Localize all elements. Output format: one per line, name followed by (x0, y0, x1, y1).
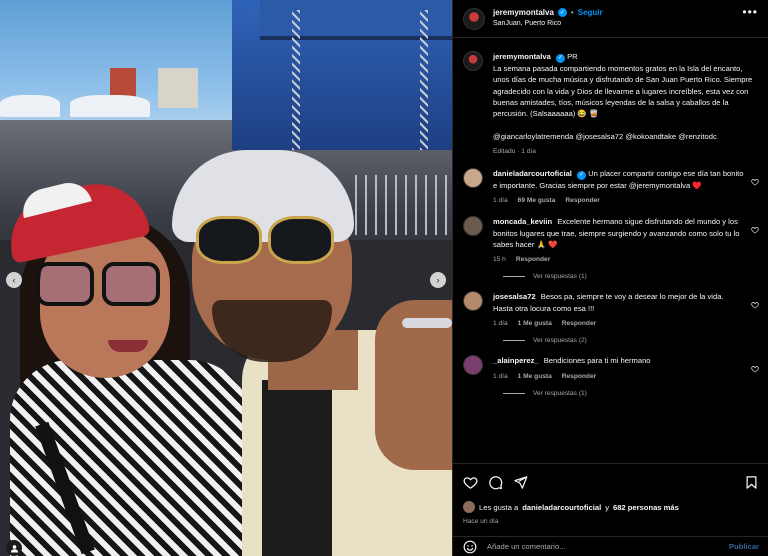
photo-woman-smile (108, 340, 148, 352)
tagged-users-button[interactable] (6, 540, 22, 556)
post-header: jeremymontalva ✓ • Seguir SanJuan, Puert… (453, 0, 768, 38)
likes-prefix: Les gusta a (479, 502, 519, 512)
photo-man-sunglasses-left (196, 216, 262, 264)
verified-badge-icon: ✓ (577, 170, 587, 180)
commenter-username[interactable]: _alainperez_ (493, 356, 539, 365)
caption-username[interactable]: jeremymontalva (493, 52, 551, 61)
commenter-username[interactable]: moncada_keviin (493, 217, 552, 226)
photo-woman-glasses (36, 262, 162, 314)
view-replies-label[interactable]: Ver respuestas (1) (533, 273, 587, 280)
comment-item: moncada_keviin Excelente hermano sigue d… (463, 216, 759, 265)
like-comment-heart-icon[interactable] (751, 365, 759, 373)
photo-fence (355, 175, 452, 235)
view-replies-button[interactable]: Ver respuestas (2) (503, 337, 759, 344)
comment-text: Bendiciones para ti mi hermano (543, 356, 651, 366)
add-comment-bar: Publicar (453, 536, 768, 556)
photo-tent (0, 95, 60, 117)
photo-tent (70, 95, 150, 117)
emoji-icon[interactable] (463, 540, 477, 554)
photo-man-undershirt (262, 380, 332, 556)
commenter-avatar[interactable] (463, 291, 483, 312)
comment-input[interactable] (487, 542, 730, 551)
more-options-button[interactable]: ••• (742, 5, 758, 19)
caption-mentions[interactable]: @giancarloylatremenda @josesalsa72 @koko… (493, 132, 717, 141)
user-icon (10, 544, 18, 553)
caption-edited: Editado · 1 día (493, 148, 536, 156)
author-username[interactable]: jeremymontalva (493, 8, 554, 17)
comment-time: 15 h (493, 256, 506, 264)
view-replies-button[interactable]: Ver respuestas (1) (503, 390, 759, 397)
author-avatar[interactable] (463, 8, 485, 30)
replies-line (503, 340, 525, 342)
reply-button[interactable]: Responder (562, 318, 596, 329)
caption-badge: PR (567, 52, 578, 61)
photo-truss (292, 10, 300, 150)
post-actions: Les gusta a danieladarcourtoficial y 682… (453, 463, 768, 535)
previous-photo-button[interactable]: ‹ (6, 272, 22, 288)
photo-bracelet (402, 318, 452, 328)
comment-time: 1 día (493, 320, 508, 328)
comments-section[interactable]: jeremymontalva ✓ PR La semana pasada com… (453, 39, 768, 463)
like-comment-heart-icon[interactable] (751, 301, 759, 309)
commenter-username[interactable]: josesalsa72 (493, 292, 536, 301)
reply-button[interactable]: Responder (516, 254, 550, 265)
liker-avatar (463, 501, 475, 513)
likes-others[interactable]: 682 personas más (613, 503, 679, 512)
like-comment-heart-icon[interactable] (751, 226, 759, 234)
follow-button[interactable]: Seguir (578, 8, 603, 17)
replies-line (503, 276, 525, 278)
view-replies-button[interactable]: Ver respuestas (1) (503, 273, 759, 280)
post-caption: jeremymontalva ✓ PR La semana pasada com… (463, 51, 759, 158)
reply-button[interactable]: Responder (565, 195, 599, 206)
comment-likes[interactable]: 1 Me gusta (518, 371, 552, 382)
photo-truss (420, 10, 428, 150)
replies-line (503, 392, 525, 394)
view-replies-label[interactable]: Ver respuestas (1) (533, 390, 587, 397)
comment-likes[interactable]: 69 Me gusta (518, 195, 556, 206)
comment-time: 1 día (493, 372, 508, 380)
next-photo-button[interactable]: › (430, 272, 446, 288)
comment-item: josesalsa72 Besos pa, siempre te voy a d… (463, 291, 759, 329)
post-timestamp: Hace un día (463, 518, 499, 525)
commenter-username[interactable]: danieladarcourtoficial (493, 169, 572, 178)
photo-billboard (158, 68, 198, 108)
verified-badge-icon: ✓ (555, 54, 565, 64)
post-photo[interactable]: ‹ › (0, 0, 452, 556)
post-side-panel: jeremymontalva ✓ • Seguir SanJuan, Puert… (452, 0, 768, 556)
likes-user[interactable]: danieladarcourtoficial (522, 503, 601, 512)
reply-button[interactable]: Responder (562, 371, 596, 382)
caption-text: La semana pasada compartiendo momentos g… (493, 64, 753, 119)
commenter-avatar[interactable] (463, 167, 483, 188)
comment-bubble-icon[interactable] (488, 475, 503, 490)
photo-man-sunglasses-right (268, 216, 334, 264)
likes-middle: y (605, 502, 609, 512)
verified-badge-icon: ✓ (557, 8, 567, 17)
comment-item: _alainperez_ Bendiciones para ti mi herm… (463, 355, 759, 382)
view-replies-label[interactable]: Ver respuestas (2) (533, 337, 587, 344)
caption-author-avatar[interactable] (463, 51, 483, 71)
save-bookmark-icon[interactable] (744, 475, 759, 490)
like-comment-heart-icon[interactable] (751, 178, 759, 186)
comment-likes[interactable]: 1 Me gusta (518, 318, 552, 329)
instagram-post: ‹ › jeremymontalva ✓ • Seguir SanJuan, P… (0, 0, 768, 556)
commenter-avatar[interactable] (463, 216, 483, 237)
commenter-avatar[interactable] (463, 355, 483, 376)
header-separator: • (570, 8, 574, 17)
likes-summary[interactable]: Les gusta a danieladarcourtoficial y 682… (463, 501, 759, 513)
comment-item: danieladarcourtoficial ✓ Un placer compa… (463, 167, 759, 207)
like-heart-icon[interactable] (463, 475, 478, 490)
share-paper-plane-icon[interactable] (513, 475, 528, 490)
post-location[interactable]: SanJuan, Puerto Rico (493, 20, 734, 27)
comment-time: 1 día (493, 196, 508, 204)
publish-button[interactable]: Publicar (729, 542, 759, 551)
